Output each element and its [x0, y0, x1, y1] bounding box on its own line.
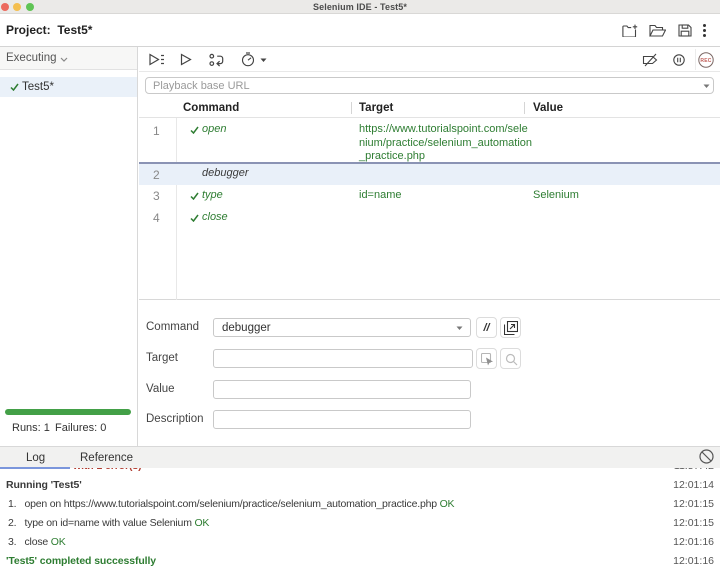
svg-text:REC: REC	[700, 58, 711, 64]
